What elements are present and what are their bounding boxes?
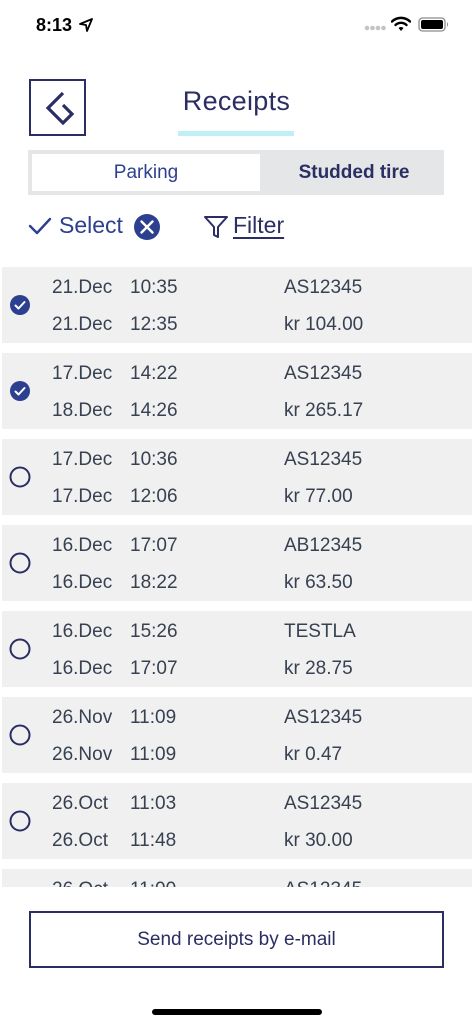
- receipt-row[interactable]: 26.Nov 11:09 AS12345 26.Nov 11:09 kr 0.4…: [2, 697, 472, 773]
- end-date: 16.Dec: [52, 658, 113, 679]
- start-date: 21.Dec: [52, 277, 113, 298]
- cellular-dots-icon: [364, 25, 386, 31]
- start-date: 16.Dec: [52, 535, 113, 556]
- license-plate: AS12345: [284, 449, 363, 470]
- receipt-row[interactable]: 21.Dec 10:35 AS12345 21.Dec 12:35 kr 104…: [2, 267, 472, 343]
- start-time: 10:35: [130, 277, 178, 298]
- start-date: 17.Dec: [52, 449, 113, 470]
- clear-selection-icon[interactable]: [133, 213, 161, 241]
- start-time: 14:22: [130, 363, 178, 384]
- battery-icon: [418, 17, 448, 32]
- receipt-type-tabs: Parking Studded tire: [28, 150, 444, 195]
- license-plate: AS12345: [284, 707, 363, 728]
- end-date: 17.Dec: [52, 486, 113, 507]
- receipt-row[interactable]: 16.Dec 17:07 AB12345 16.Dec 18:22 kr 63.…: [2, 525, 472, 601]
- start-date: 17.Dec: [52, 363, 113, 384]
- amount: kr 28.75: [284, 658, 353, 679]
- end-date: 16.Dec: [52, 572, 113, 593]
- end-time: 18:22: [130, 572, 178, 593]
- amount: kr 104.00: [284, 314, 364, 335]
- end-time: 14:26: [130, 400, 178, 421]
- license-plate: AS12345: [284, 277, 363, 298]
- amount: kr 265.17: [284, 400, 364, 421]
- status-bar: 8:13: [0, 0, 473, 54]
- start-time: 11:03: [130, 793, 177, 814]
- unchecked-circle-icon[interactable]: [9, 638, 31, 660]
- end-time: 17:07: [130, 658, 178, 679]
- unchecked-circle-icon[interactable]: [9, 810, 31, 832]
- receipt-row[interactable]: 17.Dec 14:22 AS12345 18.Dec 14:26 kr 265…: [2, 353, 472, 429]
- start-date: 26.Oct: [52, 879, 108, 887]
- end-time: 11:48: [130, 830, 177, 851]
- start-date: 16.Dec: [52, 621, 113, 642]
- filter-icon[interactable]: [203, 214, 229, 240]
- license-plate: AB12345: [284, 535, 363, 556]
- tab-parking[interactable]: Parking: [32, 154, 260, 191]
- amount: kr 63.50: [284, 572, 353, 593]
- license-plate: AS12345: [284, 793, 363, 814]
- start-time: 11:09: [130, 707, 177, 728]
- end-date: 26.Nov: [52, 744, 113, 765]
- checkmark-icon[interactable]: [28, 216, 52, 236]
- receipt-row[interactable]: 17.Dec 10:36 AS12345 17.Dec 12:06 kr 77.…: [2, 439, 472, 515]
- unchecked-circle-icon[interactable]: [9, 466, 31, 488]
- receipt-list: 21.Dec 10:35 AS12345 21.Dec 12:35 kr 104…: [0, 267, 473, 887]
- receipt-row[interactable]: 26.Oct 11:03 AS12345 26.Oct 11:48 kr 30.…: [2, 783, 472, 859]
- end-time: 11:09: [130, 744, 177, 765]
- checked-circle-icon[interactable]: [9, 380, 31, 402]
- tab-studded-tire[interactable]: Studded tire: [264, 150, 444, 195]
- wifi-icon: [391, 16, 411, 31]
- amount: kr 0.47: [284, 744, 343, 765]
- end-date: 21.Dec: [52, 314, 113, 335]
- start-date: 26.Nov: [52, 707, 113, 728]
- page-title: Receipts: [182, 86, 291, 116]
- unchecked-circle-icon[interactable]: [9, 724, 31, 746]
- select-button[interactable]: Select: [59, 212, 123, 239]
- home-indicator[interactable]: [152, 1009, 322, 1015]
- license-plate: AS12345: [284, 879, 362, 887]
- start-time: 15:26: [130, 621, 178, 642]
- end-time: 12:35: [130, 314, 178, 335]
- checked-circle-icon[interactable]: [9, 294, 31, 316]
- license-plate: TESTLA: [284, 621, 356, 642]
- receipt-row[interactable]: 16.Dec 15:26 TESTLA 16.Dec 17:07 kr 28.7…: [2, 611, 472, 687]
- status-time: 8:13: [36, 15, 73, 35]
- start-time: 11:00: [130, 879, 176, 887]
- title-underline: [178, 131, 294, 136]
- amount: kr 77.00: [284, 486, 353, 507]
- license-plate: AS12345: [284, 363, 363, 384]
- start-date: 26.Oct: [52, 793, 108, 814]
- start-time: 17:07: [130, 535, 178, 556]
- location-arrow-icon: [79, 18, 93, 32]
- start-time: 10:36: [130, 449, 178, 470]
- end-date: 26.Oct: [52, 830, 108, 851]
- end-time: 12:06: [130, 486, 178, 507]
- receipt-row[interactable]: 26.Oct 11:00 AS12345: [2, 869, 472, 887]
- send-receipts-email-button[interactable]: Send receipts by e-mail: [29, 911, 444, 968]
- amount: kr 30.00: [284, 830, 353, 851]
- filter-button[interactable]: Filter: [233, 212, 284, 239]
- end-date: 18.Dec: [52, 400, 113, 421]
- unchecked-circle-icon[interactable]: [9, 552, 31, 574]
